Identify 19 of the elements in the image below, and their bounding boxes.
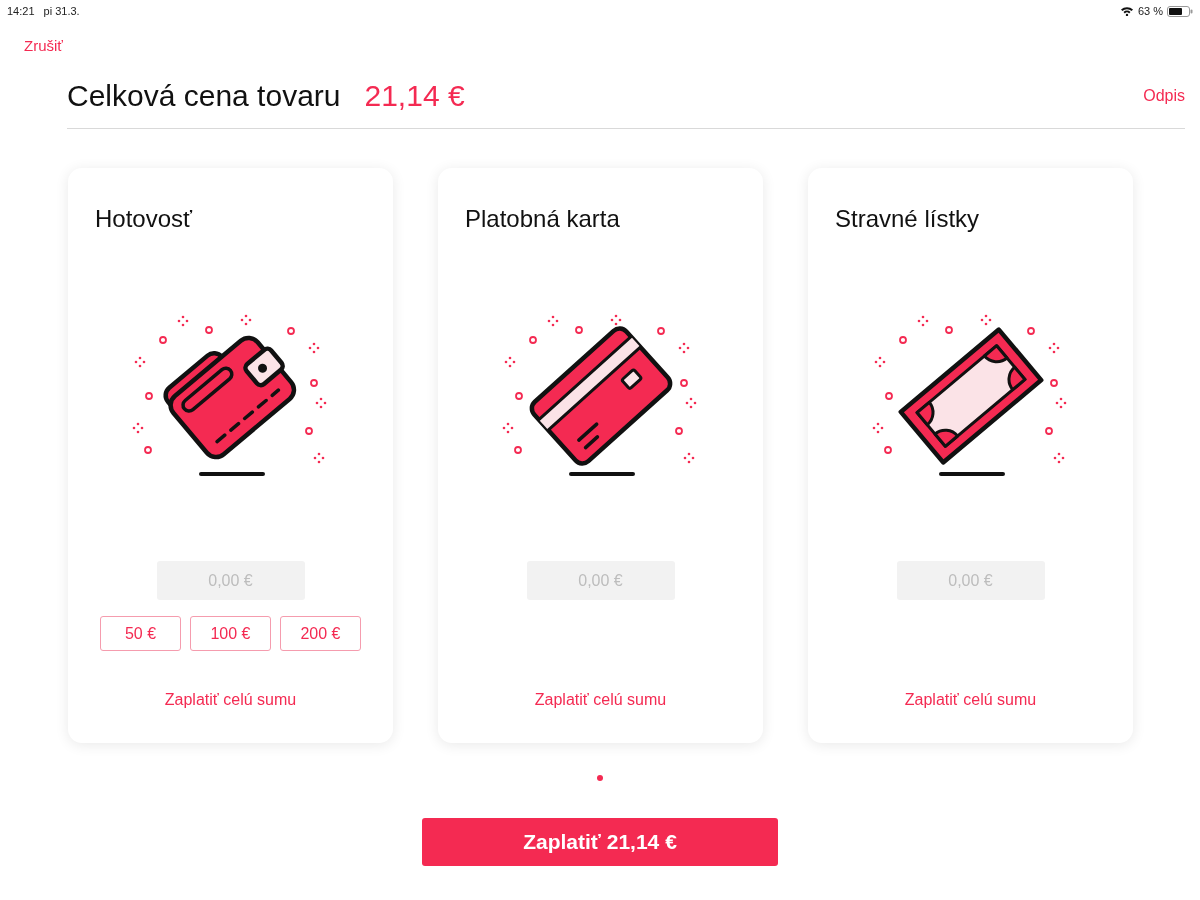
status-time: 14:21 bbox=[7, 3, 35, 19]
wifi-icon bbox=[1119, 6, 1134, 16]
status-date: pi 31.3. bbox=[43, 3, 80, 19]
pay-full-amount-link[interactable]: Zaplatiť celú sumu bbox=[904, 688, 1037, 712]
write-off-button[interactable]: Odpis bbox=[1143, 84, 1185, 108]
quick-amount-button[interactable]: 50 € bbox=[100, 616, 181, 651]
card-title: Hotovosť bbox=[95, 205, 193, 232]
page-title: Celková cena tovaru bbox=[67, 78, 341, 114]
card-title: Platobná karta bbox=[465, 205, 620, 232]
cancel-button[interactable]: Zrušiť bbox=[24, 36, 63, 56]
battery-icon bbox=[1167, 5, 1193, 17]
pay-full-amount-link[interactable]: Zaplatiť celú sumu bbox=[164, 688, 297, 712]
quick-amount-button[interactable]: 100 € bbox=[190, 616, 271, 651]
battery-percentage: 63 % bbox=[1137, 3, 1163, 19]
pay-full-amount-link[interactable]: Zaplatiť celú sumu bbox=[534, 688, 667, 712]
card-title: Stravné lístky bbox=[835, 205, 980, 232]
total-price: 21,14 € bbox=[364, 78, 465, 114]
quick-amount-button[interactable]: 200 € bbox=[280, 616, 361, 651]
pay-button[interactable]: Zaplatiť 21,14 € bbox=[422, 818, 778, 866]
